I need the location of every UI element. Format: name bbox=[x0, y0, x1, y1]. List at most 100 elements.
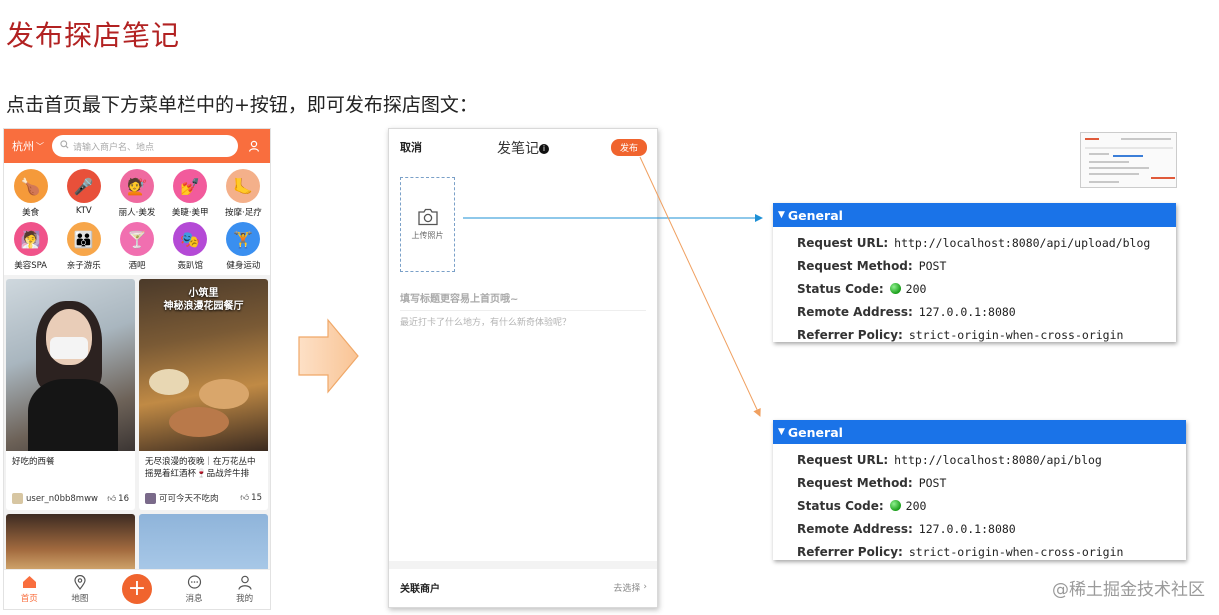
status-code-row: Status Code: 200 bbox=[797, 494, 1186, 517]
category-label: 美食 bbox=[22, 208, 40, 218]
tab-label: 首页 bbox=[20, 594, 38, 604]
row-value: strict-origin-when-cross-origin bbox=[908, 544, 1124, 559]
thumbs-up-icon[interactable]: 👍︎ bbox=[107, 494, 116, 504]
avatar bbox=[145, 492, 156, 504]
search-input[interactable]: 请输入商户名、地点 bbox=[52, 135, 238, 157]
panel-header[interactable]: ▼ General bbox=[773, 420, 1186, 444]
shop-select-text: 去选择 bbox=[613, 583, 641, 594]
info-icon[interactable]: i bbox=[539, 144, 549, 154]
category-item[interactable]: 🧖 美容SPA bbox=[4, 222, 57, 271]
overlay-line: 神秘浪漫花园餐厅 bbox=[163, 301, 244, 312]
card-title: 无尽浪漫的夜晚｜在万花丛中摇晃着红酒杯🍷品战斧牛排 bbox=[145, 457, 256, 479]
category-label: 美容SPA bbox=[14, 261, 47, 271]
row-value: POST bbox=[918, 258, 947, 273]
feed-card[interactable] bbox=[139, 514, 268, 574]
category-label: 丽人·美发 bbox=[118, 208, 156, 218]
city-label: 杭州 bbox=[12, 140, 34, 153]
feed: 好吃的西餐 user_n0bb8mww 👍︎ 16 小筑里 神秘浪漫花园餐厅 无尽… bbox=[4, 275, 270, 574]
chevron-down-icon: ﹀ bbox=[36, 141, 44, 151]
tab-map[interactable]: 地图 bbox=[71, 574, 88, 604]
category-item[interactable]: 🦶 按摩·足疗 bbox=[217, 169, 270, 218]
upload-label: 上传照片 bbox=[411, 231, 444, 240]
overlay-line: 小筑里 bbox=[188, 288, 219, 299]
publish-note-screen: 取消 发笔记i 发布 上传照片 关联商户 去选择› bbox=[388, 128, 658, 608]
row-key: Status Code: bbox=[797, 281, 884, 296]
note-title-input[interactable] bbox=[400, 289, 646, 311]
publish-header: 取消 发笔记 i 发布 bbox=[389, 129, 657, 165]
row-key: Request Method: bbox=[797, 258, 913, 273]
home-icon bbox=[22, 575, 37, 591]
family-icon: 👪 bbox=[66, 222, 101, 256]
publish-button[interactable]: 发布 bbox=[610, 138, 647, 156]
card-user: user_n0bb8mww bbox=[26, 493, 98, 504]
tab-home[interactable]: 首页 bbox=[21, 575, 38, 604]
status-code-row: Status Code: 200 bbox=[797, 277, 1176, 300]
panel-header[interactable]: ▼ General bbox=[773, 203, 1176, 227]
shop-label: 关联商户 bbox=[400, 583, 440, 595]
category-item[interactable]: 🎭 轰趴馆 bbox=[164, 222, 217, 271]
user-icon[interactable] bbox=[246, 138, 262, 154]
tab-profile[interactable]: 我的 bbox=[236, 575, 253, 604]
collapse-triangle-icon: ▼ bbox=[778, 210, 785, 220]
tab-publish[interactable]: + bbox=[121, 573, 152, 604]
card-overlay-text: 小筑里 神秘浪漫花园餐厅 bbox=[139, 287, 268, 313]
card-photo: 小筑里 神秘浪漫花园餐厅 bbox=[139, 279, 268, 451]
search-icon bbox=[60, 140, 69, 152]
feed-card[interactable]: 好吃的西餐 user_n0bb8mww 👍︎ 16 bbox=[6, 279, 135, 510]
slide-title: 发布探店笔记 bbox=[6, 19, 181, 52]
row-value: POST bbox=[918, 475, 947, 490]
user-icon bbox=[238, 575, 252, 591]
card-user: 可可今天不吃肉 bbox=[159, 494, 219, 504]
shop-select[interactable]: 去选择 › bbox=[613, 581, 647, 594]
chevron-right-icon: › bbox=[643, 582, 647, 592]
row-key: Request URL: bbox=[797, 235, 889, 250]
tab-messages[interactable]: 消息 bbox=[186, 575, 203, 604]
referrer-policy-row: Referrer Policy: strict-origin-when-cross… bbox=[797, 323, 1176, 346]
thumbs-up-icon[interactable]: 👍︎ bbox=[240, 493, 249, 503]
row-key: Status Code: bbox=[797, 498, 884, 513]
camera-icon bbox=[417, 208, 438, 226]
category-item[interactable]: 👪 亲子游乐 bbox=[57, 222, 110, 271]
remote-address-row: Remote Address: 127.0.0.1:8080 bbox=[797, 517, 1186, 540]
feed-card[interactable] bbox=[6, 514, 135, 574]
collapse-triangle-icon: ▼ bbox=[778, 427, 785, 437]
request-url-row: Request URL: http://localhost:8080/api/bl… bbox=[797, 448, 1186, 471]
link-shop-row[interactable]: 关联商户 去选择 › bbox=[400, 575, 647, 599]
category-item[interactable]: 💅 美睫·美甲 bbox=[164, 169, 217, 218]
row-key: Referrer Policy: bbox=[797, 327, 903, 342]
network-general-panel-blog: ▼ General Request URL: http://localhost:8… bbox=[773, 420, 1186, 560]
feed-card[interactable]: 小筑里 神秘浪漫花园餐厅 无尽浪漫的夜晚｜在万花丛中摇晃着红酒杯🍷品战斧牛排 可… bbox=[139, 279, 268, 510]
row-key: Remote Address: bbox=[797, 521, 913, 536]
nail-icon: 💅 bbox=[173, 169, 208, 203]
page-thumbnail bbox=[1080, 132, 1177, 188]
category-item[interactable]: 🍸 酒吧 bbox=[110, 222, 163, 271]
card-likes: 15 bbox=[251, 493, 262, 503]
right-arrow-icon bbox=[298, 318, 359, 394]
note-content-input[interactable] bbox=[400, 315, 646, 545]
card-meta: 可可今天不吃肉 👍︎ 15 bbox=[145, 492, 262, 504]
party-mask-icon: 🎭 bbox=[173, 222, 208, 256]
cancel-button[interactable]: 取消 bbox=[400, 139, 422, 155]
category-grid: 🍗 美食 🎤 KTV 💇 丽人·美发 💅 美睫·美甲 🦶 按摩·足疗 🧖 美容SPA 👪 亲子游乐 🍸 酒吧 🎭… bbox=[4, 163, 270, 275]
category-label: 按摩·足疗 bbox=[225, 208, 262, 218]
category-item[interactable]: 🎤 KTV bbox=[57, 169, 110, 218]
category-item[interactable]: 🏋 健身运动 bbox=[217, 222, 270, 271]
home-screen: 杭州 ﹀ 请输入商户名、地点 🍗 美食 🎤 KTV 💇 丽人·美发 💅 美睫·美甲 🦶 按摩·足疗… bbox=[3, 128, 271, 610]
plus-icon[interactable]: + bbox=[121, 573, 152, 604]
category-item[interactable]: 💇 丽人·美发 bbox=[110, 169, 163, 218]
category-label: 亲子游乐 bbox=[66, 261, 101, 271]
cocktail-icon: 🍸 bbox=[119, 222, 154, 256]
request-url-row: Request URL: http://localhost:8080/api/up… bbox=[797, 231, 1176, 254]
category-label: 美睫·美甲 bbox=[171, 208, 209, 218]
row-value: 127.0.0.1:8080 bbox=[918, 521, 1016, 536]
request-method-row: Request Method: POST bbox=[797, 471, 1186, 494]
city-selector[interactable]: 杭州 ﹀ bbox=[12, 138, 44, 154]
row-value: http://localhost:8080/api/blog bbox=[894, 452, 1102, 467]
upload-photo-button[interactable]: 上传照片 bbox=[400, 177, 455, 272]
card-meta: user_n0bb8mww 👍︎ 16 bbox=[12, 493, 129, 504]
category-label: 轰趴馆 bbox=[177, 261, 203, 271]
category-item[interactable]: 🍗 美食 bbox=[4, 169, 57, 218]
row-value: 200 bbox=[905, 281, 927, 296]
hair-icon: 💇 bbox=[119, 169, 154, 203]
referrer-policy-row: Referrer Policy: strict-origin-when-cross… bbox=[797, 540, 1186, 563]
